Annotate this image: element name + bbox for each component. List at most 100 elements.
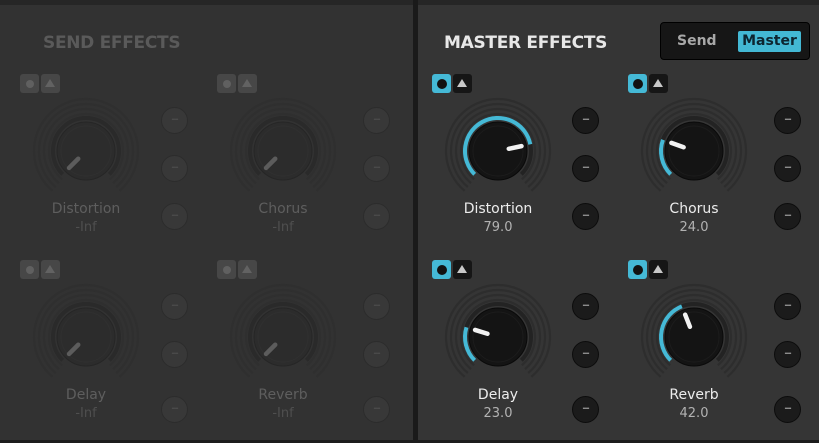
side-button[interactable]: -- (161, 341, 188, 368)
master-effects-panel: MASTER EFFECTS Send Master Distortion 79… (418, 0, 819, 440)
effects-window: SEND EFFECTS Distortion -Inf -- -- -- Ch… (0, 0, 819, 440)
side-button[interactable]: -- (161, 155, 188, 182)
panel-top-border (418, 0, 819, 5)
side-button[interactable]: -- (161, 396, 188, 423)
edit-button[interactable] (41, 74, 60, 93)
knob-body (468, 121, 528, 181)
distortion-knob[interactable] (437, 94, 559, 216)
knob-pointer (506, 143, 524, 152)
side-button[interactable]: -- (572, 107, 599, 134)
power-icon (632, 264, 643, 275)
side-button[interactable]: -- (363, 107, 390, 134)
power-button[interactable] (432, 260, 451, 279)
side-button[interactable]: -- (572, 203, 599, 230)
dash-icon: -- (373, 348, 380, 359)
edit-button[interactable] (41, 260, 60, 279)
master-effects-title: MASTER EFFECTS (444, 33, 608, 53)
power-button[interactable] (20, 74, 39, 93)
dash-icon: -- (784, 210, 791, 221)
power-button[interactable] (20, 260, 39, 279)
effect-name: Delay (477, 387, 519, 403)
effect-value: -Inf (272, 406, 294, 421)
dash-icon: -- (784, 114, 791, 125)
dash-icon: -- (784, 348, 791, 359)
master-mode-button[interactable]: Master (738, 31, 801, 52)
power-icon (222, 265, 231, 274)
side-button[interactable]: -- (572, 293, 599, 320)
side-button[interactable]: -- (774, 396, 801, 423)
side-button[interactable]: -- (363, 341, 390, 368)
power-button[interactable] (628, 74, 647, 93)
edit-button[interactable] (649, 74, 668, 93)
chorus-knob[interactable] (633, 94, 755, 216)
effect-name: Distortion (463, 201, 533, 217)
effect-name: Reverb (669, 387, 719, 403)
chorus-knob[interactable] (222, 94, 344, 216)
reverb-knob[interactable] (633, 280, 755, 402)
knob-body (664, 121, 724, 181)
side-button[interactable]: -- (774, 293, 801, 320)
send-mode-button[interactable]: Send (677, 33, 717, 49)
master-effect-distortion: Distortion 79.0 -- -- -- (432, 74, 628, 257)
dash-icon: -- (171, 300, 178, 311)
dash-icon: -- (171, 162, 178, 173)
effect-value: -Inf (75, 220, 97, 235)
side-button[interactable]: -- (363, 293, 390, 320)
effect-name: Delay (65, 387, 107, 403)
knob-body (253, 121, 313, 181)
side-button[interactable]: -- (161, 203, 188, 230)
power-button[interactable] (432, 74, 451, 93)
power-icon (436, 78, 447, 89)
side-button[interactable]: -- (161, 107, 188, 134)
effect-value: -Inf (272, 220, 294, 235)
send-master-toggle[interactable]: Send Master (660, 22, 810, 60)
dash-icon: -- (373, 114, 380, 125)
side-button[interactable]: -- (774, 341, 801, 368)
dash-icon: -- (582, 300, 589, 311)
dash-icon: -- (171, 403, 178, 414)
send-effects-title: SEND EFFECTS (43, 33, 181, 53)
delay-knob[interactable] (25, 280, 147, 402)
arrow-up-icon (653, 265, 663, 273)
power-button[interactable] (217, 74, 236, 93)
edit-button[interactable] (649, 260, 668, 279)
dash-icon: -- (784, 300, 791, 311)
side-button[interactable]: -- (572, 341, 599, 368)
send-effect-delay: Delay -Inf -- -- -- (20, 260, 216, 443)
dash-icon: -- (373, 162, 380, 173)
power-icon (25, 265, 34, 274)
dash-icon: -- (582, 114, 589, 125)
side-button[interactable]: -- (363, 203, 390, 230)
master-effect-delay: Delay 23.0 -- -- -- (432, 260, 628, 443)
side-button[interactable]: -- (774, 107, 801, 134)
send-effect-reverb: Reverb -Inf -- -- -- (217, 260, 413, 443)
side-button[interactable]: -- (572, 155, 599, 182)
dash-icon: -- (171, 348, 178, 359)
edit-button[interactable] (453, 260, 472, 279)
dash-icon: -- (582, 403, 589, 414)
dash-icon: -- (582, 210, 589, 221)
side-button[interactable]: -- (363, 396, 390, 423)
panel-top-border (0, 0, 413, 5)
distortion-knob[interactable] (25, 94, 147, 216)
edit-button[interactable] (453, 74, 472, 93)
side-button[interactable]: -- (161, 293, 188, 320)
side-button[interactable]: -- (774, 155, 801, 182)
edit-button[interactable] (238, 74, 257, 93)
power-icon (436, 264, 447, 275)
power-icon (222, 79, 231, 88)
power-button[interactable] (217, 260, 236, 279)
reverb-knob[interactable] (222, 280, 344, 402)
edit-button[interactable] (238, 260, 257, 279)
side-button[interactable]: -- (774, 203, 801, 230)
dash-icon: -- (582, 162, 589, 173)
side-button[interactable]: -- (363, 155, 390, 182)
side-button[interactable]: -- (572, 396, 599, 423)
master-effect-reverb: Reverb 42.0 -- -- -- (628, 260, 819, 443)
dash-icon: -- (171, 210, 178, 221)
arrow-up-icon (242, 265, 252, 273)
knob-body (253, 307, 313, 367)
send-effect-distortion: Distortion -Inf -- -- -- (20, 74, 216, 257)
power-button[interactable] (628, 260, 647, 279)
delay-knob[interactable] (437, 280, 559, 402)
